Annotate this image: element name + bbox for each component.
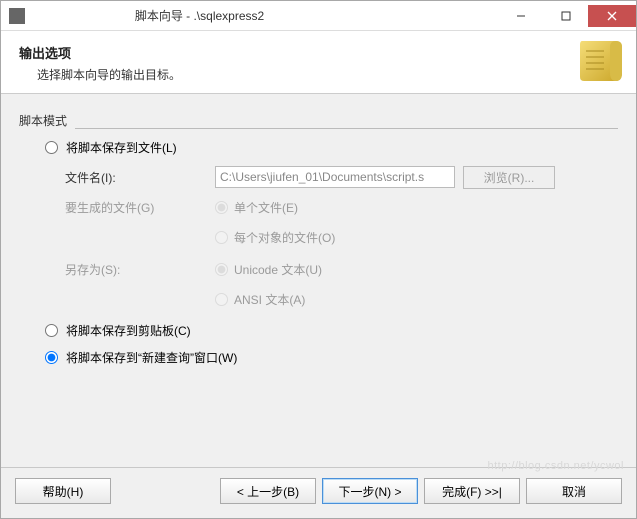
wizard-header: 输出选项 选择脚本向导的输出目标。 [1,31,636,94]
radio-save-newquery-label: 将脚本保存到“新建查询”窗口(W) [66,349,237,366]
group-label: 脚本模式 [19,112,73,129]
back-button[interactable]: < 上一步(B) [220,478,316,504]
option-per-object[interactable]: 每个对象的文件(O) [215,229,335,246]
option-unicode[interactable]: Unicode 文本(U) [215,261,322,278]
body: 脚本模式 将脚本保存到文件(L) 文件名(I): 浏览(R)... 要生成的文件… [1,94,636,467]
footer: 帮助(H) < 上一步(B) 下一步(N) > 完成(F) >>| 取消 [1,478,636,518]
script-mode-group: 脚本模式 将脚本保存到文件(L) 文件名(I): 浏览(R)... 要生成的文件… [19,112,618,366]
window-title: 脚本向导 - .\sqlexpress2 [31,7,498,24]
radio-save-file[interactable] [45,141,58,154]
radio-save-clipboard[interactable] [45,324,58,337]
option-save-to-newquery[interactable]: 将脚本保存到“新建查询”窗口(W) [45,349,618,366]
radio-single-file-label: 单个文件(E) [234,199,298,216]
option-single-file[interactable]: 单个文件(E) [215,199,298,216]
app-icon [9,8,25,24]
close-button[interactable] [588,5,636,27]
saveas-label: 另存为(S): [65,261,215,278]
page-title: 输出选项 [19,43,618,62]
radio-ansi-label: ANSI 文本(A) [234,291,305,308]
radio-save-clipboard-label: 将脚本保存到剪贴板(C) [66,322,191,339]
filename-input[interactable] [215,166,455,188]
browse-button[interactable]: 浏览(R)... [463,166,555,189]
radio-unicode[interactable] [215,263,228,276]
generate-label: 要生成的文件(G) [65,199,215,216]
titlebar: 脚本向导 - .\sqlexpress2 [1,1,636,31]
page-subtitle: 选择脚本向导的输出目标。 [37,66,618,83]
next-button[interactable]: 下一步(N) > [322,478,418,504]
option-ansi[interactable]: ANSI 文本(A) [215,291,305,308]
option-save-to-clipboard[interactable]: 将脚本保存到剪贴板(C) [45,322,618,339]
footer-area: 帮助(H) < 上一步(B) 下一步(N) > 完成(F) >>| 取消 [1,467,636,518]
radio-per-object-label: 每个对象的文件(O) [234,229,335,246]
filename-label: 文件名(I): [65,169,215,186]
help-button[interactable]: 帮助(H) [15,478,111,504]
radio-unicode-label: Unicode 文本(U) [234,261,322,278]
maximize-button[interactable] [543,5,588,27]
option-save-to-file[interactable]: 将脚本保存到文件(L) [45,139,618,156]
window-controls [498,5,636,27]
cancel-button[interactable]: 取消 [526,478,622,504]
radio-ansi[interactable] [215,293,228,306]
radio-save-newquery[interactable] [45,351,58,364]
minimize-button[interactable] [498,5,543,27]
file-subsection: 文件名(I): 浏览(R)... 要生成的文件(G) 单个文件(E) 每个对象 [65,164,618,312]
scroll-icon [576,37,624,85]
window: 脚本向导 - .\sqlexpress2 输出选项 选择脚本向导的输出目标。 脚… [0,0,637,519]
radio-save-file-label: 将脚本保存到文件(L) [66,139,177,156]
radio-single-file[interactable] [215,201,228,214]
finish-button[interactable]: 完成(F) >>| [424,478,520,504]
radio-per-object[interactable] [215,231,228,244]
